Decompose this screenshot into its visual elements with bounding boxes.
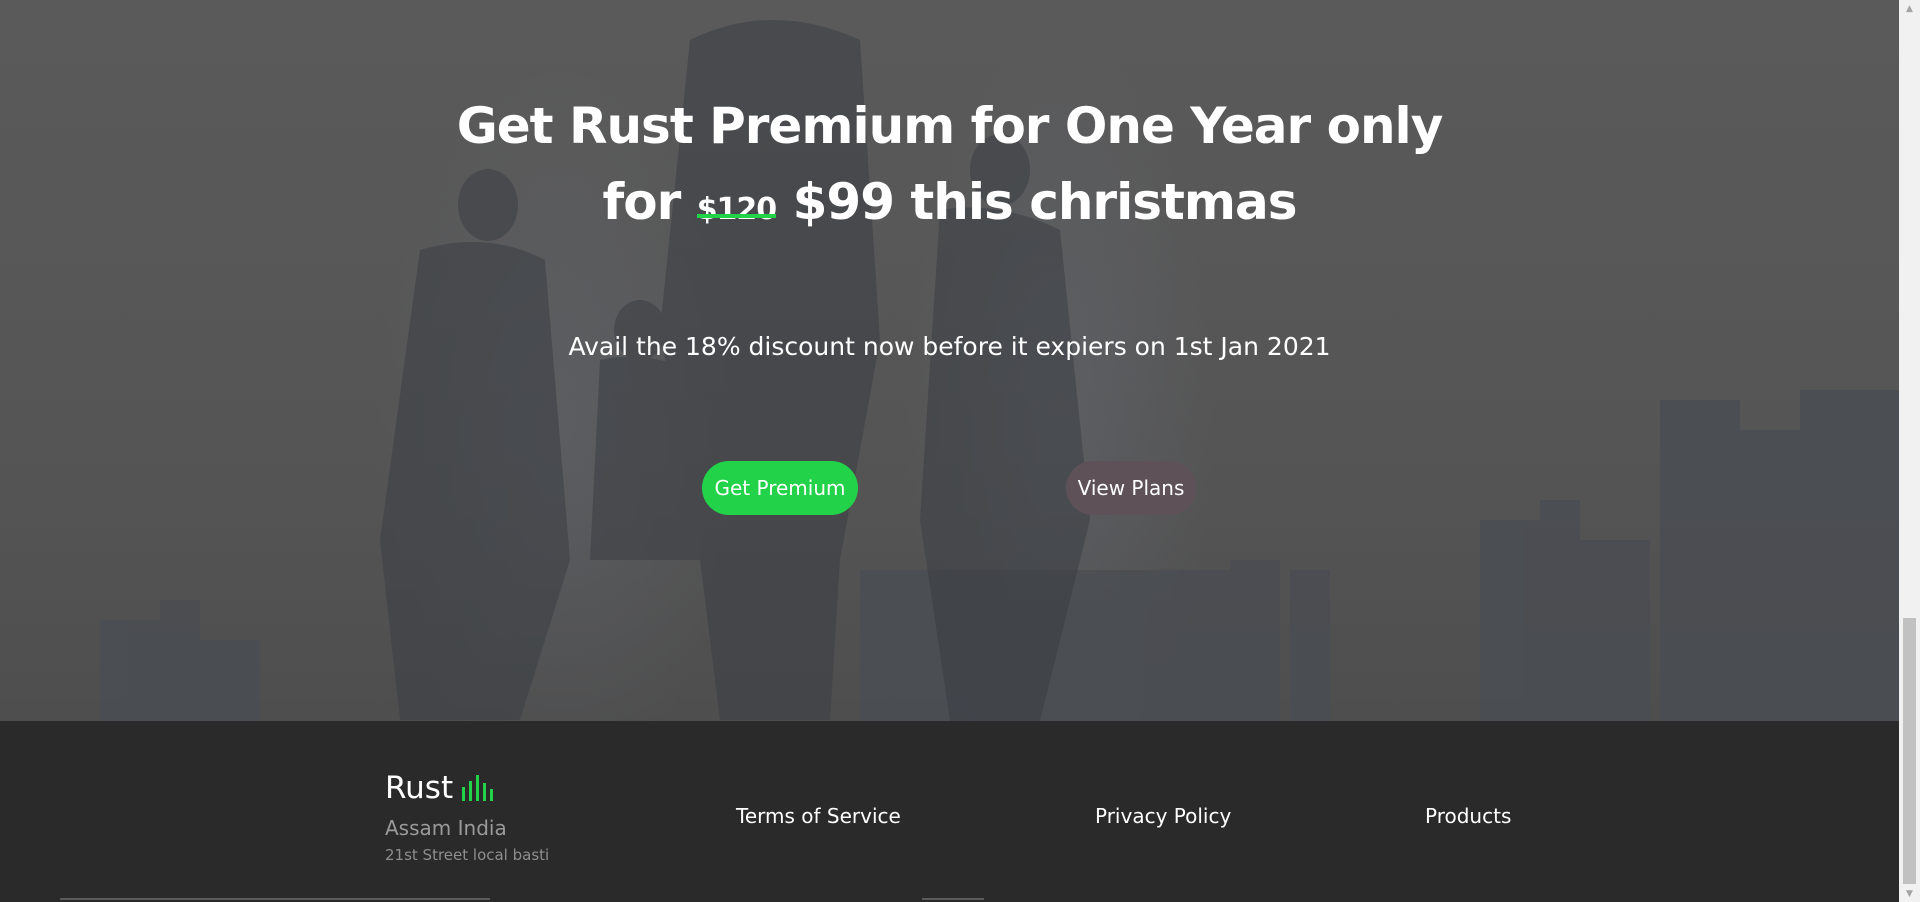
footer-divider (60, 898, 490, 900)
hero-content: Get Rust Premium for One Year only for $… (0, 0, 1899, 721)
footer-street: 21st Street local basti (385, 846, 550, 864)
promo-headline: Get Rust Premium for One Year only for $… (0, 88, 1899, 248)
get-premium-button[interactable]: Get Premium (702, 461, 858, 515)
scrollbar-thumb[interactable] (1903, 618, 1916, 884)
vertical-scrollbar[interactable]: ▲ ▼ (1899, 0, 1920, 902)
headline-line-1: Get Rust Premium for One Year only (456, 97, 1444, 155)
scroll-up-arrow-icon[interactable]: ▲ (1899, 0, 1920, 17)
footer-city: Assam India (385, 816, 507, 840)
products-link[interactable]: Products (1425, 804, 1511, 828)
headline-for: for (602, 173, 682, 231)
footer-brand[interactable]: Rust (385, 770, 497, 806)
headline-new-price: $99 this christmas (792, 173, 1298, 231)
brand-name: Rust (385, 770, 454, 806)
privacy-policy-link[interactable]: Privacy Policy (1095, 804, 1231, 828)
promo-subline: Avail the 18% discount now before it exp… (568, 332, 1331, 361)
scroll-down-arrow-icon[interactable]: ▼ (1899, 885, 1920, 902)
hero-section: Get Rust Premium for One Year only for $… (0, 0, 1899, 721)
terms-of-service-link[interactable]: Terms of Service (736, 804, 901, 828)
footer-divider (922, 898, 984, 900)
view-plans-button[interactable]: View Plans (1066, 461, 1196, 515)
sound-bars-icon (462, 775, 494, 801)
old-price-strikethrough: $120 (696, 172, 777, 248)
site-footer (0, 721, 1899, 902)
